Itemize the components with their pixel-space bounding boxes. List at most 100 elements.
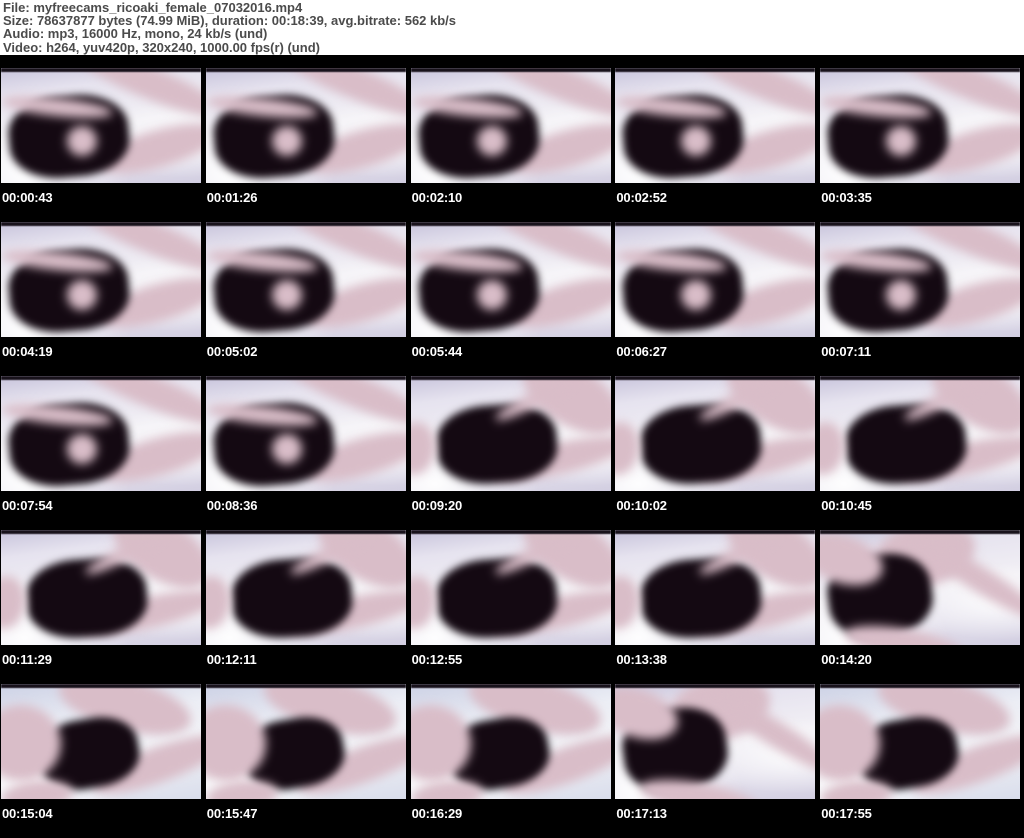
- thumbnail-row: 00:04:19 00:05:02 00:05:44 00:06:27 00:0…: [0, 222, 1024, 376]
- frame-cell: 00:03:35: [819, 68, 1024, 222]
- frame-timestamp: 00:10:45: [819, 491, 1024, 530]
- frame-timestamp: 00:05:44: [409, 337, 615, 376]
- frame-cell: 00:12:11: [204, 530, 410, 684]
- video-thumbnail: [820, 684, 1021, 799]
- video-thumbnail: [1, 530, 201, 645]
- frame-cell: 00:02:52: [614, 68, 820, 222]
- video-thumbnail: [615, 684, 816, 799]
- frame-top-edge: [1, 684, 201, 688]
- video-thumbnail: [205, 684, 406, 799]
- frame-timestamp: 00:09:20: [409, 491, 615, 530]
- video-thumbnail: [1, 222, 201, 337]
- frame-top-edge: [205, 530, 406, 534]
- frame-cell: 00:11:29: [0, 530, 205, 684]
- frame-top-edge: [205, 376, 406, 380]
- frame-cell: 00:06:27: [614, 222, 820, 376]
- frame-cell: 00:05:44: [409, 222, 615, 376]
- frame-timestamp: 00:08:36: [204, 491, 410, 530]
- frame-top-edge: [410, 68, 611, 72]
- video-thumbnail: [615, 530, 816, 645]
- frame-top-edge: [410, 530, 611, 534]
- video-thumbnail: [820, 376, 1021, 491]
- frame-top-edge: [615, 530, 816, 534]
- frame-top-edge: [410, 684, 611, 688]
- video-thumbnail: [410, 222, 611, 337]
- frame-top-edge: [1, 68, 201, 72]
- video-thumbnail: [205, 376, 406, 491]
- video-thumbnail: [615, 68, 816, 183]
- audio-info-line: Audio: mp3, 16000 Hz, mono, 24 kb/s (und…: [3, 26, 268, 42]
- thumbnail-skin-shape: [615, 419, 643, 478]
- frame-timestamp: 00:15:04: [0, 799, 205, 838]
- thumbnail-row: 00:07:54 00:08:36 00:09:20 00:10:02 00:1…: [0, 376, 1024, 530]
- frame-timestamp: 00:05:02: [204, 337, 410, 376]
- frame-timestamp: 00:14:20: [819, 645, 1024, 684]
- frame-cell: 00:09:20: [409, 376, 615, 530]
- video-thumbnail: [820, 222, 1021, 337]
- video-thumbnail: [1, 376, 201, 491]
- frame-top-edge: [1, 376, 201, 380]
- video-thumbnail: [820, 530, 1021, 645]
- frame-cell: 00:02:10: [409, 68, 615, 222]
- frame-cell: 00:17:55: [819, 684, 1024, 838]
- video-thumbnail: [410, 530, 611, 645]
- frame-cell: 00:05:02: [204, 222, 410, 376]
- frame-timestamp: 00:11:29: [0, 645, 205, 684]
- video-thumbnail: [205, 222, 406, 337]
- frame-top-edge: [410, 222, 611, 226]
- video-thumbnail: [1, 68, 201, 183]
- frame-timestamp: 00:16:29: [409, 799, 615, 838]
- video-thumbnail: [615, 376, 816, 491]
- frame-cell: 00:14:20: [819, 530, 1024, 684]
- frame-top-edge: [205, 222, 406, 226]
- frame-cell: 00:07:11: [819, 222, 1024, 376]
- thumbnail-skin-shape: [410, 419, 439, 478]
- frame-cell: 00:16:29: [409, 684, 615, 838]
- thumbnail-skin-shape: [615, 573, 643, 632]
- frame-cell: 00:07:54: [0, 376, 205, 530]
- frame-cell: 00:15:04: [0, 684, 205, 838]
- frame-timestamp: 00:13:38: [614, 645, 820, 684]
- frame-cell: 00:04:19: [0, 222, 205, 376]
- frame-top-edge: [615, 222, 816, 226]
- frame-top-edge: [615, 684, 816, 688]
- frame-cell: 00:10:02: [614, 376, 820, 530]
- frame-top-edge: [820, 684, 1021, 688]
- frame-top-edge: [1, 222, 201, 226]
- video-thumbnail: [615, 222, 816, 337]
- contact-sheet-grid: 00:00:43 00:01:26 00:02:10 00:02:52 00:0…: [0, 55, 1024, 838]
- frame-timestamp: 00:12:11: [204, 645, 410, 684]
- frame-top-edge: [205, 68, 406, 72]
- frame-timestamp: 00:07:54: [0, 491, 205, 530]
- frame-top-edge: [410, 376, 611, 380]
- frame-timestamp: 00:15:47: [204, 799, 410, 838]
- frame-cell: 00:17:13: [614, 684, 820, 838]
- thumbnail-row: 00:00:43 00:01:26 00:02:10 00:02:52 00:0…: [0, 68, 1024, 222]
- frame-cell: 00:00:43: [0, 68, 205, 222]
- frame-cell: 00:12:55: [409, 530, 615, 684]
- frame-timestamp: 00:03:35: [819, 183, 1024, 222]
- frame-cell: 00:15:47: [204, 684, 410, 838]
- frame-timestamp: 00:06:27: [614, 337, 820, 376]
- frame-top-edge: [1, 530, 201, 534]
- frame-top-edge: [820, 530, 1021, 534]
- frame-top-edge: [820, 222, 1021, 226]
- frame-timestamp: 00:17:55: [819, 799, 1024, 838]
- thumbnail-skin-shape: [410, 573, 439, 632]
- frame-timestamp: 00:02:10: [409, 183, 615, 222]
- frame-cell: 00:13:38: [614, 530, 820, 684]
- video-thumbnail: [410, 68, 611, 183]
- frame-timestamp: 00:02:52: [614, 183, 820, 222]
- frame-top-edge: [820, 376, 1021, 380]
- frame-timestamp: 00:00:43: [0, 183, 205, 222]
- frame-timestamp: 00:12:55: [409, 645, 615, 684]
- frame-top-edge: [615, 68, 816, 72]
- frame-top-edge: [615, 376, 816, 380]
- video-thumbnail: [410, 376, 611, 491]
- frame-timestamp: 00:10:02: [614, 491, 820, 530]
- thumbnail-skin-shape: [1, 573, 29, 632]
- thumbnail-skin-shape: [205, 573, 234, 632]
- frame-top-edge: [205, 684, 406, 688]
- frame-timestamp: 00:07:11: [819, 337, 1024, 376]
- frame-cell: 00:10:45: [819, 376, 1024, 530]
